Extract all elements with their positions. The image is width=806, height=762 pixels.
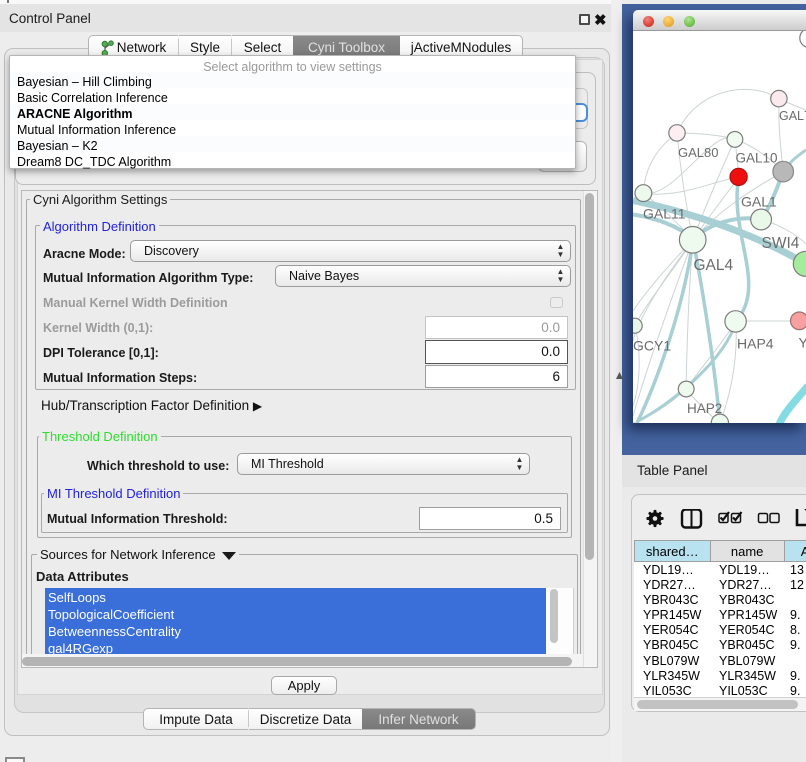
svg-text:GAL80: GAL80 [678,145,718,160]
svg-text:GAL4: GAL4 [694,257,734,274]
svg-text:HAP2: HAP2 [687,401,722,416]
svg-text:SWI4: SWI4 [762,235,800,252]
svg-text:HAP4: HAP4 [737,336,774,352]
svg-text:GAL1: GAL1 [741,194,777,210]
svg-text:GAL11: GAL11 [643,206,686,222]
svg-text:GCY1: GCY1 [633,338,671,354]
svg-text:Y: Y [799,335,806,351]
svg-text:GAL7: GAL7 [779,109,806,123]
svg-text:GAL10: GAL10 [736,151,778,166]
